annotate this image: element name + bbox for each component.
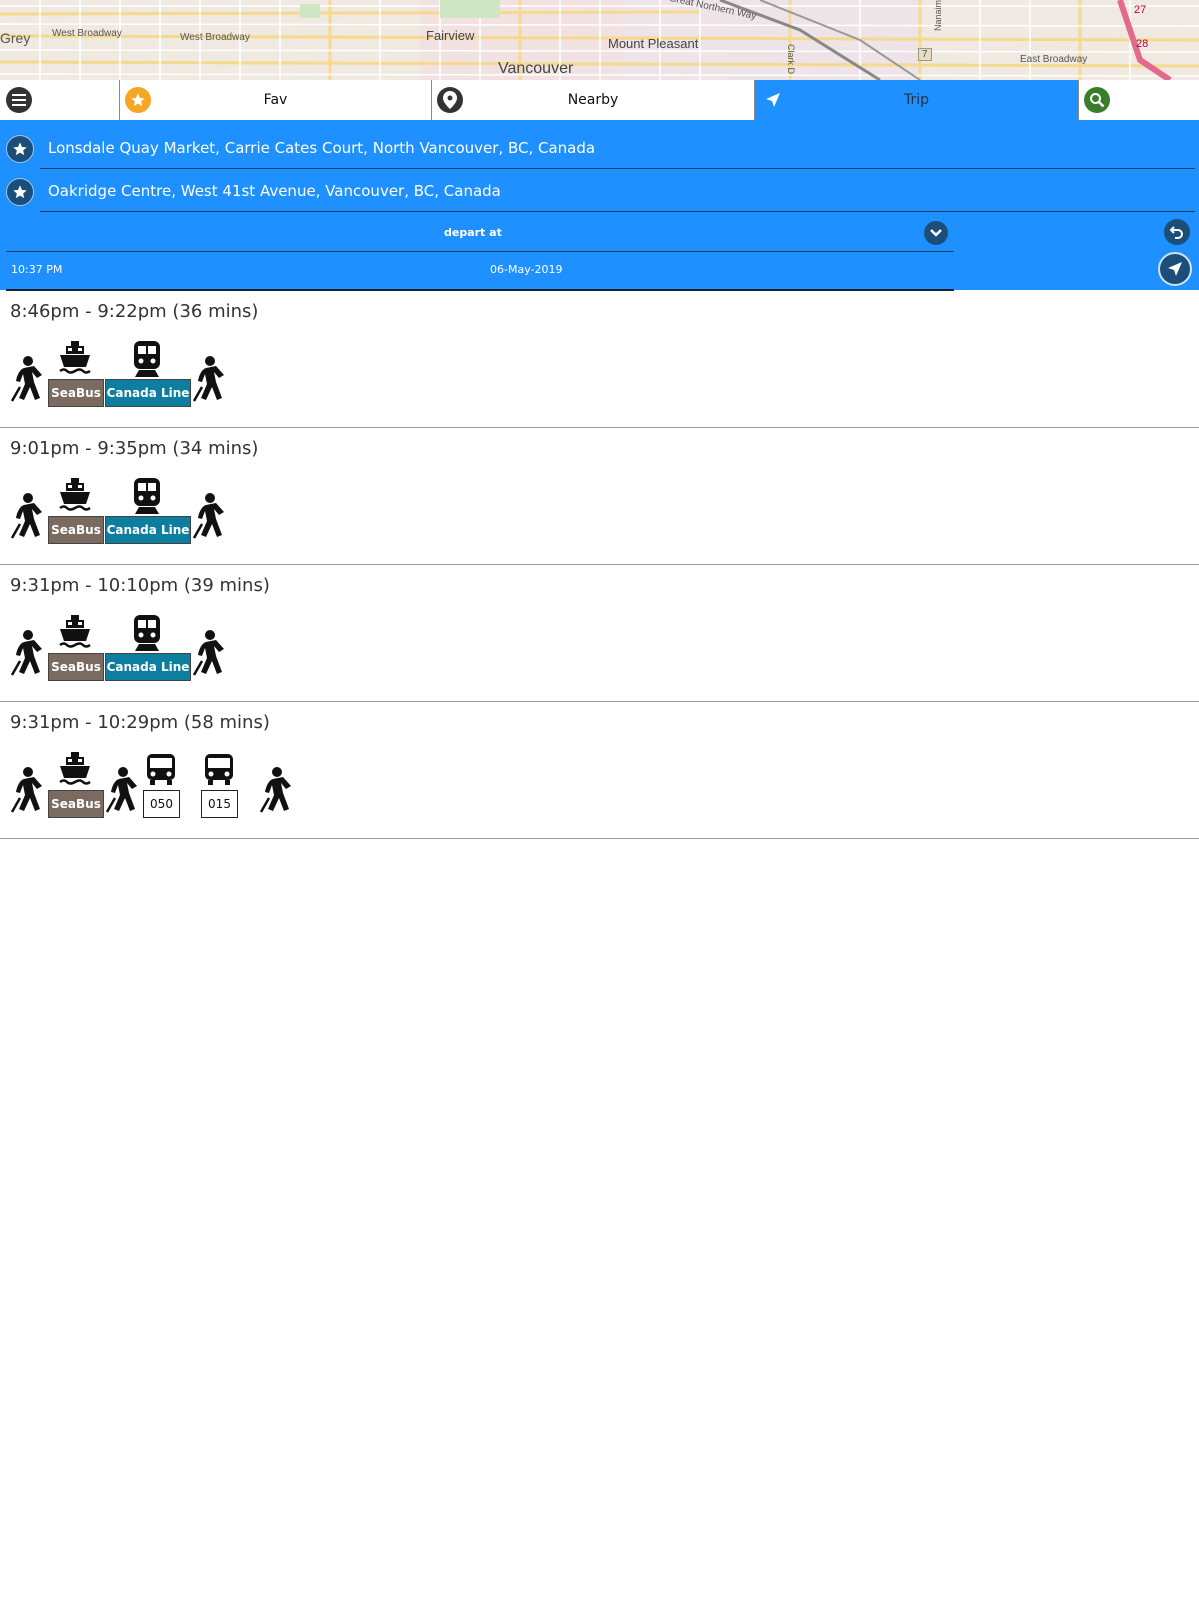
tab-nearby-label: Nearby: [567, 92, 619, 108]
chevron-down-icon[interactable]: [924, 221, 948, 245]
map-label: Grey: [0, 30, 31, 46]
trip-form: Lonsdale Quay Market, Carrie Cates Court…: [0, 120, 1199, 291]
route-badge: 050: [143, 790, 180, 818]
tab-fav-label: Fav: [263, 92, 288, 108]
route-badge: Canada Line: [105, 379, 191, 407]
trip-result-time: 8:46pm - 9:22pm (36 mins): [10, 301, 259, 322]
walk-icon: [10, 629, 42, 681]
map-label: West Broadway: [52, 28, 122, 39]
map-label: Clark D: [786, 43, 797, 75]
walk-icon: [259, 766, 291, 818]
date-picker[interactable]: 06-May-2019: [490, 263, 562, 276]
tab-nearby[interactable]: Nearby: [432, 80, 755, 120]
map-label: Fairview: [426, 28, 475, 43]
trip-result-time: 9:01pm - 9:35pm (34 mins): [10, 438, 259, 459]
favorite-star-icon[interactable]: [6, 178, 34, 206]
bus-icon: [203, 752, 235, 790]
map-label: Nanaimo: [933, 0, 944, 32]
search-icon[interactable]: [1084, 87, 1110, 113]
divider: [40, 211, 1195, 212]
train-icon: [130, 339, 164, 383]
trip-result-time: 9:31pm - 10:10pm (39 mins): [10, 575, 270, 596]
walk-icon: [192, 629, 224, 681]
walk-icon: [10, 766, 42, 818]
trip-result-item[interactable]: 9:01pm - 9:35pm (34 mins) SeaBus Canada Li…: [0, 428, 1199, 565]
map-label: Mount Pleasant: [608, 36, 699, 51]
route-badge: SeaBus: [48, 790, 104, 818]
navigate-icon[interactable]: [1158, 252, 1192, 286]
trip-result-time: 9:31pm - 10:29pm (58 mins): [10, 712, 270, 733]
route-badge: SeaBus: [48, 379, 104, 407]
route-badge: SeaBus: [48, 516, 104, 544]
divider: [6, 251, 954, 252]
train-icon: [130, 613, 164, 657]
walk-icon: [192, 355, 224, 407]
map-view[interactable]: Grey West Broadway West Broadway Fairvie…: [0, 0, 1199, 80]
route-badge: Canada Line: [105, 653, 191, 681]
walk-icon: [192, 492, 224, 544]
map-label: 7: [918, 48, 932, 61]
tab-trip[interactable]: Trip: [755, 80, 1079, 120]
divider: [40, 168, 1195, 169]
bus-icon: [145, 752, 177, 790]
origin-input[interactable]: Lonsdale Quay Market, Carrie Cates Court…: [48, 139, 595, 157]
menu-icon[interactable]: [6, 87, 32, 113]
tab-bar: Fav Nearby Trip: [0, 80, 1199, 121]
destination-row[interactable]: Oakridge Centre, West 41st Avenue, Vanco…: [0, 171, 1199, 213]
map-label: 28: [1136, 38, 1149, 50]
ferry-icon: [58, 615, 92, 655]
depart-mode-select[interactable]: depart at: [444, 226, 502, 239]
origin-row[interactable]: Lonsdale Quay Market, Carrie Cates Court…: [0, 128, 1199, 170]
menu-tab[interactable]: [0, 80, 120, 120]
tab-trip-label: Trip: [903, 92, 930, 108]
trip-result-item[interactable]: 9:31pm - 10:10pm (39 mins) SeaBus Canada L…: [0, 565, 1199, 702]
ferry-icon: [58, 752, 92, 792]
map-label: West Broadway: [180, 32, 250, 43]
route-badge: Canada Line: [105, 516, 191, 544]
map-label: East Broadway: [1020, 54, 1088, 65]
walk-icon: [10, 492, 42, 544]
destination-input[interactable]: Oakridge Centre, West 41st Avenue, Vanco…: [48, 182, 501, 200]
route-badge: 015: [201, 790, 238, 818]
map-label: Vancouver: [498, 60, 574, 77]
route-badge: SeaBus: [48, 653, 104, 681]
tab-search[interactable]: [1079, 80, 1199, 120]
favorite-star-icon[interactable]: [6, 135, 34, 163]
map-label: 27: [1134, 4, 1147, 16]
trip-result-item[interactable]: 9:31pm - 10:29pm (58 mins) SeaBus 050 015: [0, 702, 1199, 839]
trip-result-item[interactable]: 8:46pm - 9:22pm (36 mins) SeaBus Canada Li…: [0, 291, 1199, 428]
tab-fav[interactable]: Fav: [120, 80, 432, 120]
time-picker[interactable]: 10:37 PM: [11, 263, 62, 276]
walk-icon: [105, 766, 137, 818]
train-icon: [130, 476, 164, 520]
ferry-icon: [58, 478, 92, 518]
ferry-icon: [58, 341, 92, 381]
reverse-trip-icon[interactable]: [1164, 219, 1190, 245]
walk-icon: [10, 355, 42, 407]
